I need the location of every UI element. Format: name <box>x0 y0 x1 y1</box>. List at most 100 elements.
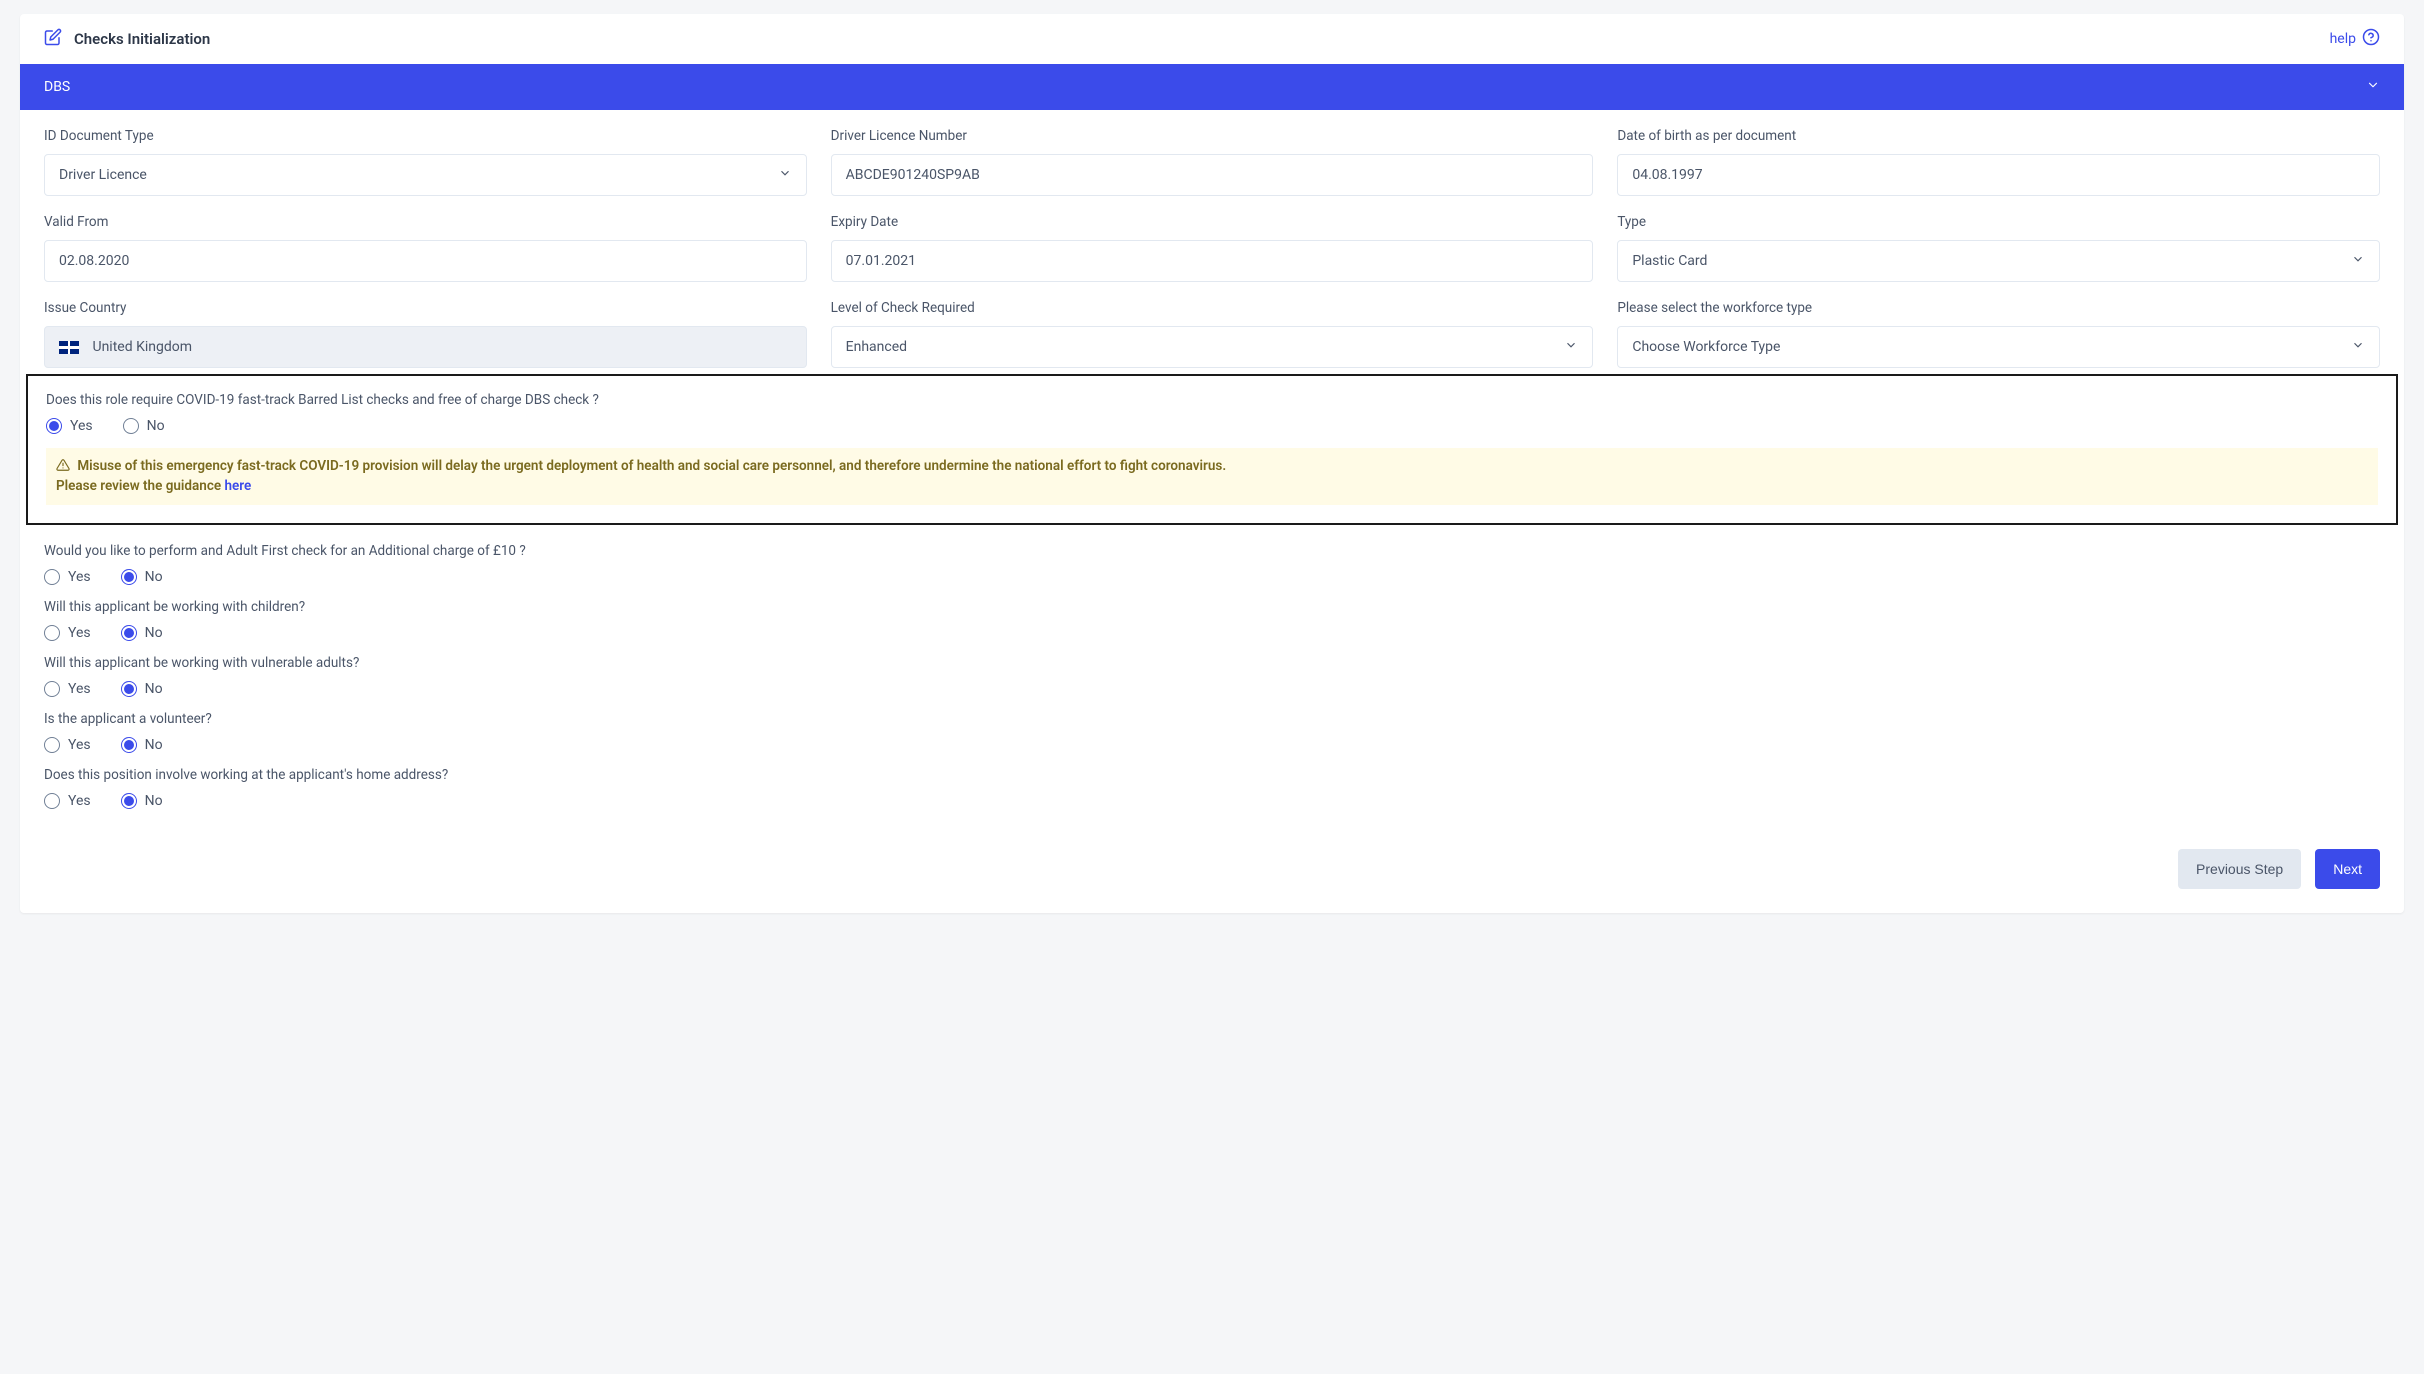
label-issue-country: Issue Country <box>44 300 807 316</box>
label-workforce: Please select the workforce type <box>1617 300 2380 316</box>
label-level-check: Level of Check Required <box>831 300 1594 316</box>
radio-label: Yes <box>68 793 91 809</box>
page-title: Checks Initialization <box>74 30 210 48</box>
radio-covid-yes[interactable]: Yes <box>46 418 93 434</box>
help-icon <box>2362 28 2380 50</box>
warning-guidance-link[interactable]: here <box>224 478 251 494</box>
help-link[interactable]: help <box>2330 28 2380 50</box>
radio-unchecked-icon <box>44 681 60 697</box>
warning-icon <box>56 458 77 474</box>
radio-label: No <box>147 418 165 434</box>
select-workforce[interactable]: Choose Workforce Type <box>1617 326 2380 368</box>
previous-step-button[interactable]: Previous Step <box>2178 849 2301 889</box>
select-level-check[interactable]: Enhanced <box>831 326 1594 368</box>
input-value: ABCDE901240SP9AB <box>846 167 980 183</box>
select-value: Driver Licence <box>59 167 147 183</box>
radio-checked-icon <box>121 569 137 585</box>
question-children-label: Will this applicant be working with chil… <box>44 599 2380 615</box>
question-covid-label: Does this role require COVID-19 fast-tra… <box>46 392 2378 408</box>
radio-label: No <box>145 681 163 697</box>
chevron-down-icon <box>778 166 792 184</box>
radio-unchecked-icon <box>44 793 60 809</box>
radio-home-address-no[interactable]: No <box>121 793 163 809</box>
warning-text-2: Please review the guidance <box>56 478 224 494</box>
chevron-down-icon <box>2366 78 2380 96</box>
chevron-down-icon <box>1564 338 1578 356</box>
radio-label: No <box>145 737 163 753</box>
input-expiry[interactable]: 07.01.2021 <box>831 240 1594 282</box>
next-button[interactable]: Next <box>2315 849 2380 889</box>
radio-children-no[interactable]: No <box>121 625 163 641</box>
radio-volunteer-no[interactable]: No <box>121 737 163 753</box>
radio-label: Yes <box>70 418 93 434</box>
label-expiry: Expiry Date <box>831 214 1594 230</box>
checks-card: Checks Initialization help DBS ID Docume… <box>20 14 2404 913</box>
radio-checked-icon <box>46 418 62 434</box>
field-issue-country: Issue Country United Kingdom <box>44 300 807 368</box>
radio-checked-icon <box>121 625 137 641</box>
radio-unchecked-icon <box>44 569 60 585</box>
footer-actions: Previous Step Next <box>44 849 2380 889</box>
select-value: Enhanced <box>846 339 907 355</box>
question-volunteer-label: Is the applicant a volunteer? <box>44 711 2380 727</box>
chevron-down-icon <box>2351 252 2365 270</box>
radio-unchecked-icon <box>44 625 60 641</box>
input-licence-number[interactable]: ABCDE901240SP9AB <box>831 154 1594 196</box>
label-type: Type <box>1617 214 2380 230</box>
input-value: 07.01.2021 <box>846 253 916 269</box>
field-licence-number: Driver Licence Number ABCDE901240SP9AB <box>831 128 1594 196</box>
card-header: Checks Initialization help <box>20 14 2404 64</box>
uk-flag-icon <box>59 341 79 354</box>
radio-home-address-yes[interactable]: Yes <box>44 793 91 809</box>
input-dob[interactable]: 04.08.1997 <box>1617 154 2380 196</box>
radio-covid-no[interactable]: No <box>123 418 165 434</box>
input-valid-from[interactable]: 02.08.2020 <box>44 240 807 282</box>
radio-volunteer-yes[interactable]: Yes <box>44 737 91 753</box>
label-valid-from: Valid From <box>44 214 807 230</box>
field-dob: Date of birth as per document 04.08.1997 <box>1617 128 2380 196</box>
question-home-address-label: Does this position involve working at th… <box>44 767 2380 783</box>
radio-label: No <box>145 625 163 641</box>
chevron-down-icon <box>2351 338 2365 356</box>
field-valid-from: Valid From 02.08.2020 <box>44 214 807 282</box>
radio-vuln-adults-no[interactable]: No <box>121 681 163 697</box>
input-value: United Kingdom <box>92 339 192 355</box>
radio-label: No <box>145 793 163 809</box>
input-value: 04.08.1997 <box>1632 167 1702 183</box>
radio-checked-icon <box>121 737 137 753</box>
radio-adult-first-yes[interactable]: Yes <box>44 569 91 585</box>
radio-adult-first-no[interactable]: No <box>121 569 163 585</box>
radio-checked-icon <box>121 681 137 697</box>
radio-vuln-adults-yes[interactable]: Yes <box>44 681 91 697</box>
field-id-doc-type: ID Document Type Driver Licence <box>44 128 807 196</box>
radio-unchecked-icon <box>44 737 60 753</box>
radio-children-yes[interactable]: Yes <box>44 625 91 641</box>
select-value: Plastic Card <box>1632 253 1707 269</box>
input-issue-country: United Kingdom <box>44 326 807 368</box>
label-id-doc-type: ID Document Type <box>44 128 807 144</box>
form-body: ID Document Type Driver Licence Driver L… <box>20 110 2404 913</box>
question-vuln-adults-label: Will this applicant be working with vuln… <box>44 655 2380 671</box>
accordion-dbs[interactable]: DBS <box>20 64 2404 110</box>
field-expiry: Expiry Date 07.01.2021 <box>831 214 1594 282</box>
field-workforce: Please select the workforce type Choose … <box>1617 300 2380 368</box>
radio-label: Yes <box>68 625 91 641</box>
radio-label: Yes <box>68 737 91 753</box>
edit-icon <box>44 28 62 50</box>
radio-label: Yes <box>68 681 91 697</box>
select-type[interactable]: Plastic Card <box>1617 240 2380 282</box>
radio-label: No <box>145 569 163 585</box>
field-type: Type Plastic Card <box>1617 214 2380 282</box>
field-level-check: Level of Check Required Enhanced <box>831 300 1594 368</box>
help-label: help <box>2330 31 2356 47</box>
covid-highlight-box: Does this role require COVID-19 fast-tra… <box>26 374 2398 525</box>
radio-checked-icon <box>121 793 137 809</box>
question-adult-first-label: Would you like to perform and Adult Firs… <box>44 543 2380 559</box>
label-licence-number: Driver Licence Number <box>831 128 1594 144</box>
covid-warning-banner: Misuse of this emergency fast-track COVI… <box>46 448 2378 505</box>
warning-text-1: Misuse of this emergency fast-track COVI… <box>77 458 1226 474</box>
select-value: Choose Workforce Type <box>1632 339 1780 355</box>
select-id-doc-type[interactable]: Driver Licence <box>44 154 807 196</box>
label-dob: Date of birth as per document <box>1617 128 2380 144</box>
accordion-title: DBS <box>44 79 70 95</box>
